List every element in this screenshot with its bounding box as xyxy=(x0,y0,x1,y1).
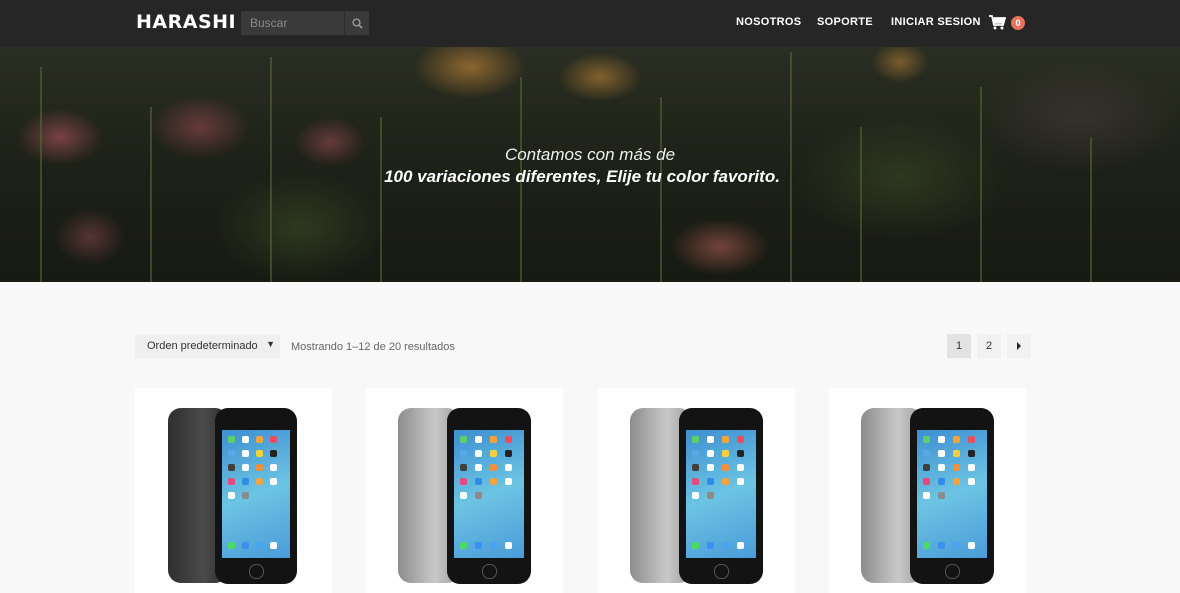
nav-link-soporte[interactable]: SOPORTE xyxy=(817,16,873,28)
product-image[interactable] xyxy=(630,408,763,584)
product-card[interactable] xyxy=(135,388,332,593)
cart-button[interactable]: 0 xyxy=(989,13,1029,33)
shopping-cart-icon xyxy=(989,15,1006,30)
search-input[interactable] xyxy=(241,11,348,35)
search-box xyxy=(241,11,369,35)
hero-banner: Contamos con más de 100 variaciones dife… xyxy=(0,47,1180,282)
dropdown-arrow-icon: ▼ xyxy=(266,339,275,349)
pagination-page-1[interactable]: 1 xyxy=(947,334,971,358)
sort-selected-label: Orden predeterminado xyxy=(147,340,258,352)
nav-link-login[interactable]: INICIAR SESION xyxy=(891,16,981,28)
product-image[interactable] xyxy=(398,408,531,584)
sort-select[interactable]: Orden predeterminado ▼ xyxy=(135,334,280,358)
product-card[interactable] xyxy=(829,388,1026,593)
product-card[interactable] xyxy=(366,388,563,593)
search-button[interactable] xyxy=(344,11,369,35)
top-navbar: HARASHI NOSOTROS SOPORTE INICIAR SESION … xyxy=(0,0,1180,48)
nav-link-nosotros[interactable]: NOSOTROS xyxy=(736,16,801,28)
product-image[interactable] xyxy=(861,408,994,584)
search-icon xyxy=(351,17,363,29)
site-logo[interactable]: HARASHI xyxy=(136,11,236,33)
hero-title: 100 variaciones diferentes, Elije tu col… xyxy=(384,167,780,186)
pagination-page-2[interactable]: 2 xyxy=(977,334,1001,358)
pagination-next-button[interactable] xyxy=(1007,334,1031,358)
product-image[interactable] xyxy=(168,408,298,584)
product-card[interactable] xyxy=(598,388,795,593)
chevron-right-icon xyxy=(1017,342,1021,350)
cart-count-badge: 0 xyxy=(1011,16,1025,30)
hero-subtitle: Contamos con más de xyxy=(504,145,676,164)
result-count: Mostrando 1–12 de 20 resultados xyxy=(291,341,455,353)
